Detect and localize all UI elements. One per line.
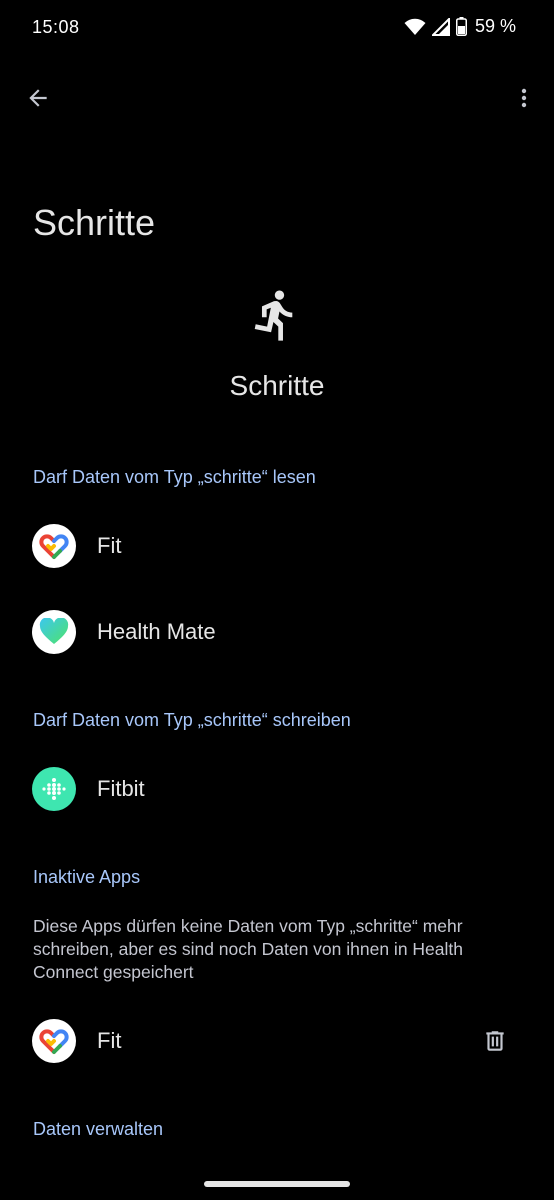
app-label: Fit: [97, 1028, 122, 1053]
more-vert-icon: [521, 88, 527, 108]
app-row-fit-read[interactable]: Fit: [0, 511, 554, 581]
wifi-icon: [404, 18, 426, 35]
app-label: Fit: [97, 533, 122, 558]
more-options-button[interactable]: [500, 74, 548, 122]
inactive-description: Diese Apps dürfen keine Daten vom Typ „s…: [33, 916, 463, 982]
page-title: Schritte: [33, 202, 156, 243]
status-time: 15:08: [32, 17, 80, 37]
back-button[interactable]: [14, 74, 62, 122]
home-indicator[interactable]: [204, 1181, 350, 1187]
section-header-read: Darf Daten vom Typ „schritte“ lesen: [33, 467, 316, 487]
app-row-fitbit[interactable]: Fitbit: [0, 754, 554, 824]
google-fit-icon: [32, 524, 76, 568]
health-mate-icon: [32, 610, 76, 654]
directions-run-icon: [254, 290, 293, 341]
signal-icon: [431, 17, 450, 36]
app-label: Fitbit: [97, 776, 145, 801]
app-row-health-mate[interactable]: Health Mate: [0, 597, 554, 667]
battery-icon: [455, 17, 467, 36]
app-row-fit-inactive[interactable]: Fit: [0, 1006, 554, 1076]
section-header-write: Darf Daten vom Typ „schritte“ schreiben: [33, 710, 351, 730]
app-label: Health Mate: [97, 619, 216, 644]
status-icons: 59 %: [404, 16, 516, 37]
section-header-inactive: Inaktive Apps: [33, 867, 141, 887]
fitbit-icon: [32, 767, 76, 811]
top-app-bar: [0, 72, 554, 128]
google-fit-icon: [32, 1019, 76, 1063]
battery-percent: 59 %: [474, 16, 516, 36]
status-bar: 15:08 59 %: [0, 0, 554, 56]
arrow-back-icon: [29, 89, 47, 107]
section-header-manage: Daten verwalten: [33, 1119, 164, 1139]
delete-icon[interactable]: [482, 1027, 508, 1055]
hero-title: Schritte: [229, 370, 325, 401]
